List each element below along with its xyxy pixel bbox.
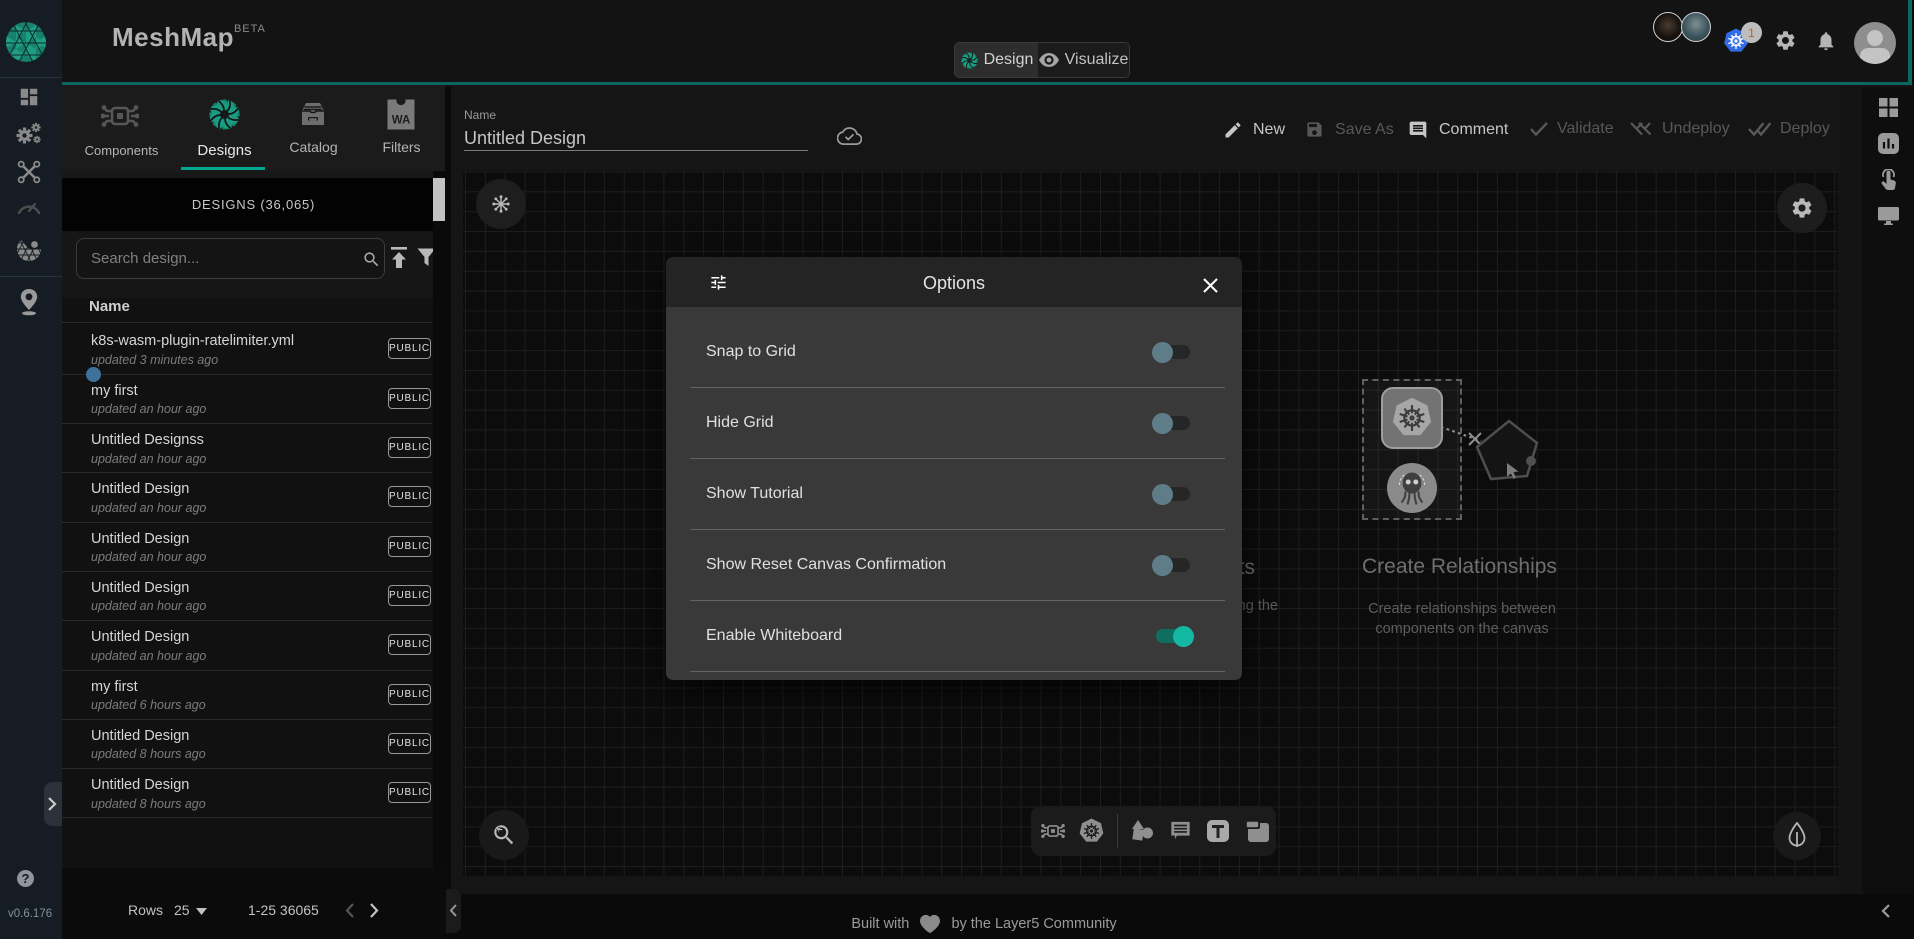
svg-text:WA: WA: [392, 115, 411, 127]
